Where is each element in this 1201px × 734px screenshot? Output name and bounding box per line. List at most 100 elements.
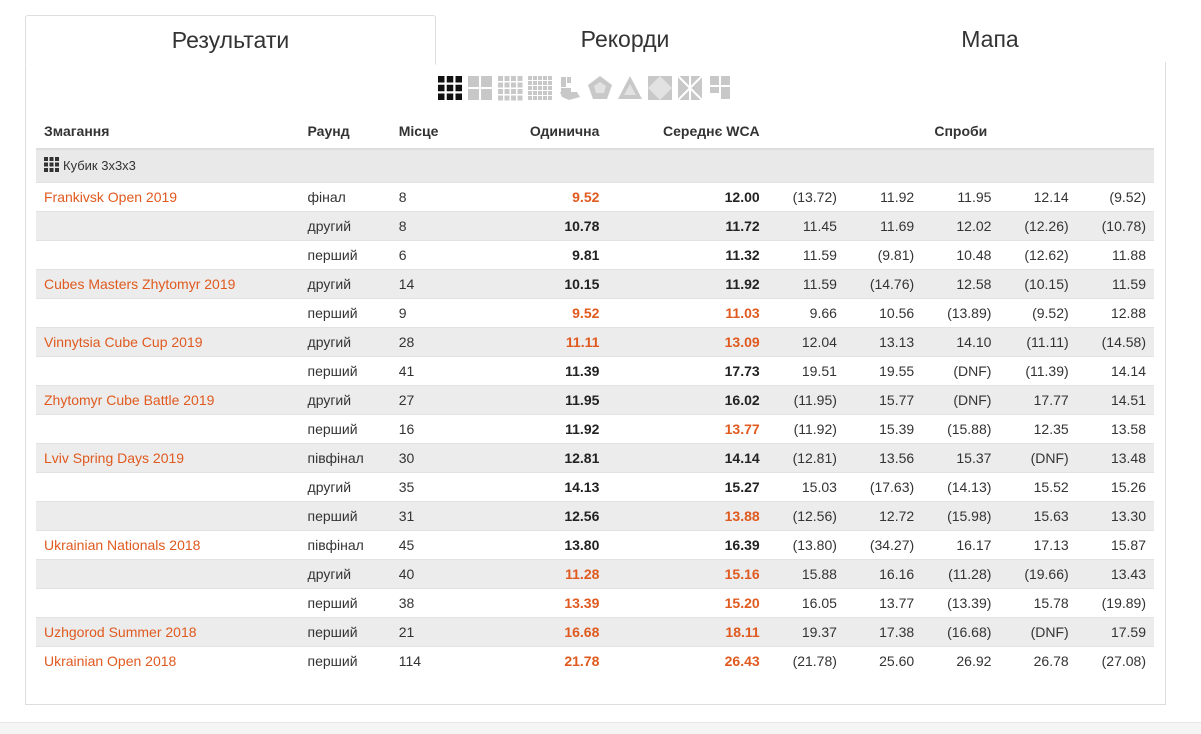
competition-link[interactable]: Lviv Spring Days 2019 [44,450,184,466]
table-row: Ukrainian Open 2018 перший 114 21.78 26.43 (2… [36,646,1154,675]
cell-single: 21.78 [483,646,608,675]
cell-average: 12.00 [607,182,768,212]
cell-attempt: (12.26) [999,211,1077,241]
cube-4x4-icon[interactable] [497,75,523,101]
competition-link[interactable]: Frankivsk Open 2019 [44,189,177,205]
tab-results[interactable]: Результати [25,15,436,65]
one-handed-icon[interactable] [557,75,583,101]
cell-competition: Ukrainian Nationals 2018 [36,530,300,560]
table-row: Vinnytsia Cube Cup 2019 другий 28 11.11 13.0… [36,327,1154,357]
cell-round: другий [299,559,391,589]
cell-average: 13.09 [607,327,768,357]
cube-2x2-icon[interactable] [467,75,493,101]
megaminx-icon[interactable] [587,75,613,101]
cell-round: другий [299,385,391,415]
pyraminx-icon[interactable] [617,75,643,101]
cell-attempt: 17.13 [999,530,1077,560]
cell-attempt: 19.37 [767,617,845,647]
cell-place: 30 [390,443,484,473]
cell-attempt: (15.98) [922,501,1000,531]
competition-link[interactable]: Cubes Masters Zhytomyr 2019 [44,276,235,292]
competition-link[interactable]: Vinnytsia Cube Cup 2019 [44,334,203,350]
cell-competition [36,298,300,328]
cell-attempt: 17.38 [844,617,923,647]
clock-icon[interactable] [707,75,733,101]
competition-link[interactable]: Uzhgorod Summer 2018 [44,624,197,640]
cell-attempt: (34.27) [844,530,923,560]
header-attempts: Спроби [767,114,1154,150]
cell-attempt: (DNF) [999,443,1077,473]
cell-place: 28 [390,327,484,357]
cell-attempt: (13.80) [767,530,845,560]
cell-single: 9.81 [483,240,608,270]
cell-attempt: 15.03 [767,472,845,502]
cell-round: перший [299,617,391,647]
cell-attempt: 16.17 [922,530,1000,560]
cell-attempt: 19.51 [767,356,845,386]
cube-5x5-icon[interactable] [527,75,553,101]
header-competition: Змагання [36,114,300,150]
cell-single: 11.92 [483,414,608,444]
cell-place: 21 [390,617,484,647]
cell-attempt: (11.95) [767,385,845,415]
cell-place: 6 [390,240,484,270]
cell-competition [36,356,300,386]
cell-attempt: (DNF) [999,617,1077,647]
cell-attempt: 17.77 [999,385,1077,415]
tab-records[interactable]: Рекорди [435,15,815,63]
cell-attempt: (11.92) [767,414,845,444]
cell-attempt: 12.88 [1076,298,1154,328]
square-1-icon[interactable] [677,75,703,101]
cell-attempt: (13.89) [922,298,1000,328]
tab-map[interactable]: Мапа [815,15,1165,63]
cell-attempt: 17.59 [1076,617,1154,647]
cell-average: 15.16 [607,559,768,589]
skewb-icon[interactable] [647,75,673,101]
cell-attempt: (DNF) [922,385,1000,415]
cell-attempt: (15.88) [922,414,1000,444]
cell-place: 8 [390,211,484,241]
cell-competition: Cubes Masters Zhytomyr 2019 [36,269,300,299]
cell-attempt: 11.59 [767,240,845,270]
cell-attempt: 14.14 [1076,356,1154,386]
page-footer-strip [0,722,1201,734]
cell-single: 11.28 [483,559,608,589]
table-row: другий 40 11.28 15.16 15.88 16.16 (11.28) (19.6… [36,559,1154,589]
cell-attempt: 13.30 [1076,501,1154,531]
cell-attempt: (12.56) [767,501,845,531]
cell-round: півфінал [299,443,391,473]
cell-attempt: (16.68) [922,617,1000,647]
cell-place: 9 [390,298,484,328]
competition-link[interactable]: Ukrainian Nationals 2018 [44,537,200,553]
cell-average: 18.11 [607,617,768,647]
table-row: Lviv Spring Days 2019 півфінал 30 12.81 14.1… [36,443,1154,473]
cell-attempt: 15.87 [1076,530,1154,560]
cell-round: перший [299,356,391,386]
cell-attempt: 15.77 [844,385,923,415]
cell-attempt: (13.72) [767,182,845,212]
cell-competition: Ukrainian Open 2018 [36,646,300,675]
cube-3x3-icon[interactable] [437,75,463,101]
table-header-row: Змагання Раунд Місце Одинична Середнє WC… [36,114,1154,150]
cell-competition [36,501,300,531]
cell-average: 13.77 [607,414,768,444]
cell-competition [36,240,300,270]
cell-place: 38 [390,588,484,618]
cell-round: другий [299,472,391,502]
cell-attempt: 13.77 [844,588,923,618]
cell-attempt: 11.69 [844,211,923,241]
competition-link[interactable]: Zhytomyr Cube Battle 2019 [44,392,214,408]
table-row: другий 35 14.13 15.27 15.03 (17.63) (14.13) 15.… [36,472,1154,502]
cell-round: перший [299,240,391,270]
header-round: Раунд [299,114,391,150]
cell-attempt: 16.16 [844,559,923,589]
cell-single: 11.39 [483,356,608,386]
cell-attempt: (14.76) [844,269,923,299]
event-group-row: Кубик 3x3x3 [36,148,1154,183]
cell-place: 114 [390,646,484,675]
cell-attempt: (9.52) [999,298,1077,328]
cell-attempt: 9.66 [767,298,845,328]
competition-link[interactable]: Ukrainian Open 2018 [44,653,176,669]
cell-average: 11.92 [607,269,768,299]
cell-attempt: 15.78 [999,588,1077,618]
